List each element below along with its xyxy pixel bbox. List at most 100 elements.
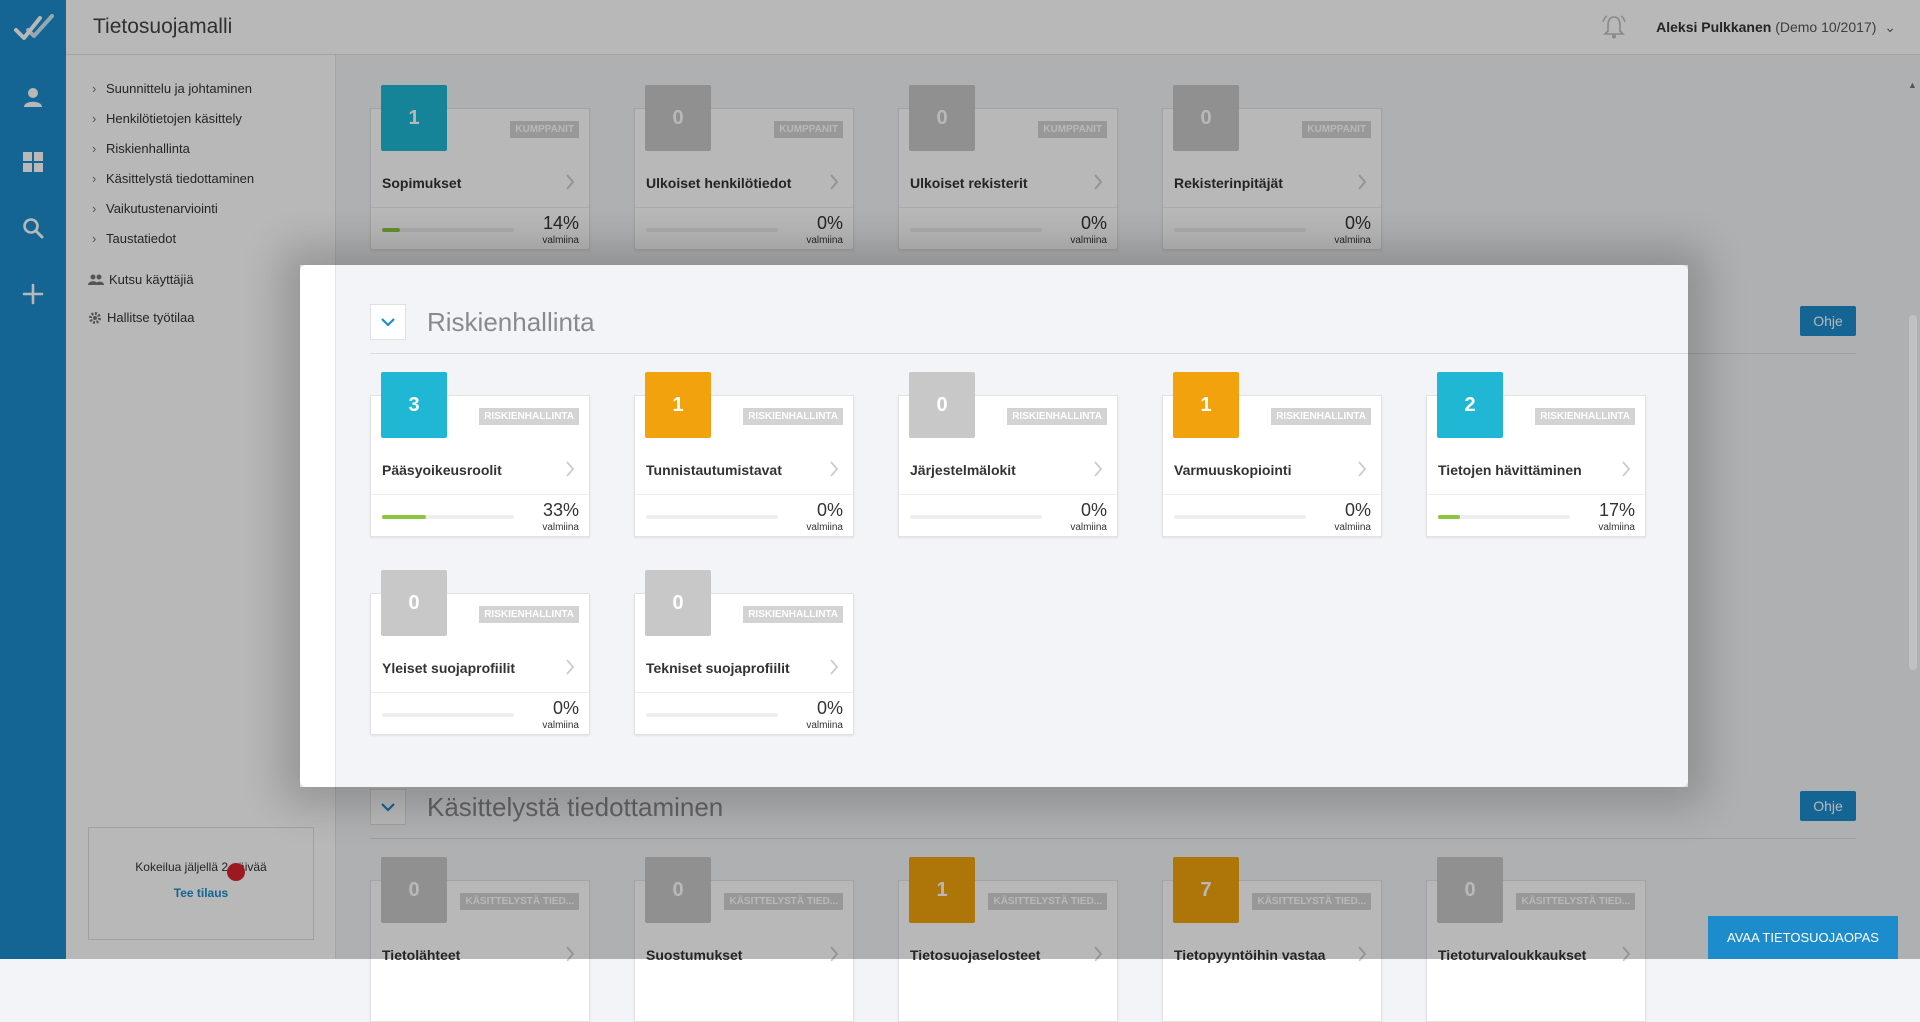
section-title: Käsittelystä tiedottaminen xyxy=(427,792,724,822)
section-toggle[interactable] xyxy=(370,789,406,825)
chevron-right-icon: › xyxy=(92,141,97,156)
card[interactable]: 0 KÄSITTELYSTÄ TIED... Suostumukset xyxy=(634,857,854,1022)
card[interactable]: 1 KUMPPANIT Sopimukset 14% valmiina xyxy=(370,85,590,250)
card-title: Ulkoiset rekisterit xyxy=(910,175,1028,191)
sidebar-item-label: Suunnittelu ja johtaminen xyxy=(106,81,252,96)
add-icon[interactable] xyxy=(21,282,45,306)
card-title: Varmuuskopiointi xyxy=(1174,462,1292,478)
card[interactable]: 0 KUMPPANIT Rekisterinpitäjät 0% valmiina xyxy=(1162,85,1382,250)
chevron-right-icon xyxy=(1622,946,1631,962)
card-count-badge: 0 xyxy=(645,85,711,151)
card-category-tag: KUMPPANIT xyxy=(1038,121,1107,138)
card-count-badge: 0 xyxy=(909,372,975,438)
card-count-badge: 0 xyxy=(381,857,447,923)
chevron-right-icon xyxy=(1358,946,1367,962)
sidebar-item-label: Käsittelystä tiedottaminen xyxy=(106,171,255,186)
order-link[interactable]: Tee tilaus xyxy=(89,886,313,900)
help-button[interactable]: Ohje xyxy=(1800,306,1856,336)
user-org: (Demo 10/2017) xyxy=(1775,19,1877,35)
sidebar-item-label: Riskienhallinta xyxy=(106,141,190,156)
card[interactable]: 0 KÄSITTELYSTÄ TIED... Tietolähteet xyxy=(370,857,590,1022)
section-toggle[interactable] xyxy=(370,304,406,340)
progress-percent: 0% xyxy=(816,698,843,718)
user-icon[interactable] xyxy=(21,85,45,109)
scroll-up-arrow-icon[interactable]: ▲ xyxy=(1908,80,1917,90)
app-title: Tietosuojamalli xyxy=(93,15,233,38)
sidebar-item-kasittely[interactable]: › Käsittelystä tiedottaminen xyxy=(92,171,254,186)
progress-percent: 0% xyxy=(1344,500,1371,520)
card-count-badge: 0 xyxy=(645,857,711,923)
card-divider xyxy=(1163,494,1381,495)
card[interactable]: 3 RISKIENHALLINTA Pääsyoikeusroolit 33% valm… xyxy=(370,372,590,537)
progress-bar xyxy=(910,515,1042,519)
progress-label: valmiina xyxy=(1334,522,1371,533)
card[interactable]: 0 KUMPPANIT Ulkoiset rekisterit 0% valmiina xyxy=(898,85,1118,250)
trial-remaining-text: Kokeilua jäljellä 2 päivää xyxy=(135,860,267,874)
dashboard-icon[interactable] xyxy=(21,150,45,174)
chevron-right-icon xyxy=(830,174,839,190)
card[interactable]: 2 RISKIENHALLINTA Tietojen hävittäminen 17%… xyxy=(1426,372,1646,537)
progress-label: valmiina xyxy=(1334,235,1371,246)
card[interactable]: 0 RISKIENHALLINTA Tekniset suojaprofiilit 0… xyxy=(634,570,854,735)
card-title: Yleiset suojaprofiilit xyxy=(382,660,516,676)
progress-percent: 0% xyxy=(816,213,843,233)
card-category-tag: RISKIENHALLINTA xyxy=(1535,408,1635,425)
card[interactable]: 0 RISKIENHALLINTA Yleiset suojaprofiilit 0%… xyxy=(370,570,590,735)
notification-dot xyxy=(227,863,245,881)
card[interactable]: 1 KÄSITTELYSTÄ TIED... Tietosuojaselosteet xyxy=(898,857,1118,1022)
card-category-tag: KÄSITTELYSTÄ TIED... xyxy=(1516,893,1635,910)
sidebar-item-vaikutustenarviointi[interactable]: › Vaikutustenarviointi xyxy=(92,201,218,216)
card-divider xyxy=(1163,207,1381,208)
sidebar-item-riskienhallinta[interactable]: › Riskienhallinta xyxy=(92,141,190,156)
user-menu[interactable]: Aleksi Pulkkanen (Demo 10/2017) ⌄ xyxy=(1656,19,1896,36)
progress-percent: 17% xyxy=(1598,500,1635,520)
sidebar: › Suunnittelu ja johtaminen › Henkilötieto… xyxy=(66,55,336,959)
progress-bar xyxy=(646,713,778,717)
card-title: Tietoturvaloukkaukset xyxy=(1438,947,1587,963)
progress-bar xyxy=(382,515,514,519)
card-category-tag: KUMPPANIT xyxy=(1302,121,1371,138)
help-button[interactable]: Ohje xyxy=(1800,791,1856,821)
card-divider xyxy=(635,207,853,208)
card-title: Ulkoiset henkilötiedot xyxy=(646,175,792,191)
progress-fill xyxy=(382,228,401,232)
progress-percent: 0% xyxy=(1080,500,1107,520)
card-divider xyxy=(371,494,589,495)
card-count-badge: 7 xyxy=(1173,857,1239,923)
progress-percent: 0% xyxy=(1344,213,1371,233)
card[interactable]: 1 RISKIENHALLINTA Tunnistautumistavat 0% val… xyxy=(634,372,854,537)
scrollbar[interactable]: ▲ xyxy=(1906,70,1920,959)
sidebar-item-henkilotiedot[interactable]: › Henkilötietojen käsittely xyxy=(92,111,242,126)
progress-bar xyxy=(1174,228,1306,232)
scrollbar-thumb[interactable] xyxy=(1909,315,1917,670)
open-guide-button[interactable]: AVAA TIETOSUOJAOPAS xyxy=(1708,916,1898,959)
chevron-right-icon xyxy=(830,659,839,675)
invite-users-link[interactable]: Kutsu käyttäjiä xyxy=(88,272,194,287)
manage-workspace-link[interactable]: Hallitse työtilaa xyxy=(88,310,194,325)
card[interactable]: 7 KÄSITTELYSTÄ TIED... Tietopyyntöihin vas… xyxy=(1162,857,1382,1022)
card-title: Järjestelmälokit xyxy=(910,462,1016,478)
logo-icon[interactable] xyxy=(14,12,54,42)
section-title: Riskienhallinta xyxy=(427,307,595,337)
card-count-badge: 0 xyxy=(909,85,975,151)
card[interactable]: 0 KÄSITTELYSTÄ TIED... Tietoturvaloukkauks… xyxy=(1426,857,1646,1022)
progress-percent: 0% xyxy=(552,698,579,718)
progress-bar xyxy=(646,228,778,232)
search-icon[interactable] xyxy=(21,216,45,240)
card-category-tag: RISKIENHALLINTA xyxy=(1271,408,1371,425)
card-category-tag: RISKIENHALLINTA xyxy=(479,606,579,623)
card[interactable]: 1 RISKIENHALLINTA Varmuuskopiointi 0% valmii… xyxy=(1162,372,1382,537)
sidebar-item-taustatiedot[interactable]: › Taustatiedot xyxy=(92,231,176,246)
icon-rail xyxy=(0,0,66,959)
notification-bell-icon[interactable] xyxy=(1601,14,1627,40)
card-title: Rekisterinpitäjät xyxy=(1174,175,1283,191)
progress-label: valmiina xyxy=(1070,522,1107,533)
card-title: Tietolähteet xyxy=(382,947,461,963)
chevron-right-icon: › xyxy=(92,231,97,246)
sidebar-item-label: Taustatiedot xyxy=(106,231,177,246)
card-count-badge: 1 xyxy=(909,857,975,923)
card[interactable]: 0 KUMPPANIT Ulkoiset henkilötiedot 0% valmii… xyxy=(634,85,854,250)
card[interactable]: 0 RISKIENHALLINTA Järjestelmälokit 0% valmii… xyxy=(898,372,1118,537)
sidebar-item-suunnittelu[interactable]: › Suunnittelu ja johtaminen xyxy=(92,81,252,96)
card-category-tag: KUMPPANIT xyxy=(510,121,579,138)
